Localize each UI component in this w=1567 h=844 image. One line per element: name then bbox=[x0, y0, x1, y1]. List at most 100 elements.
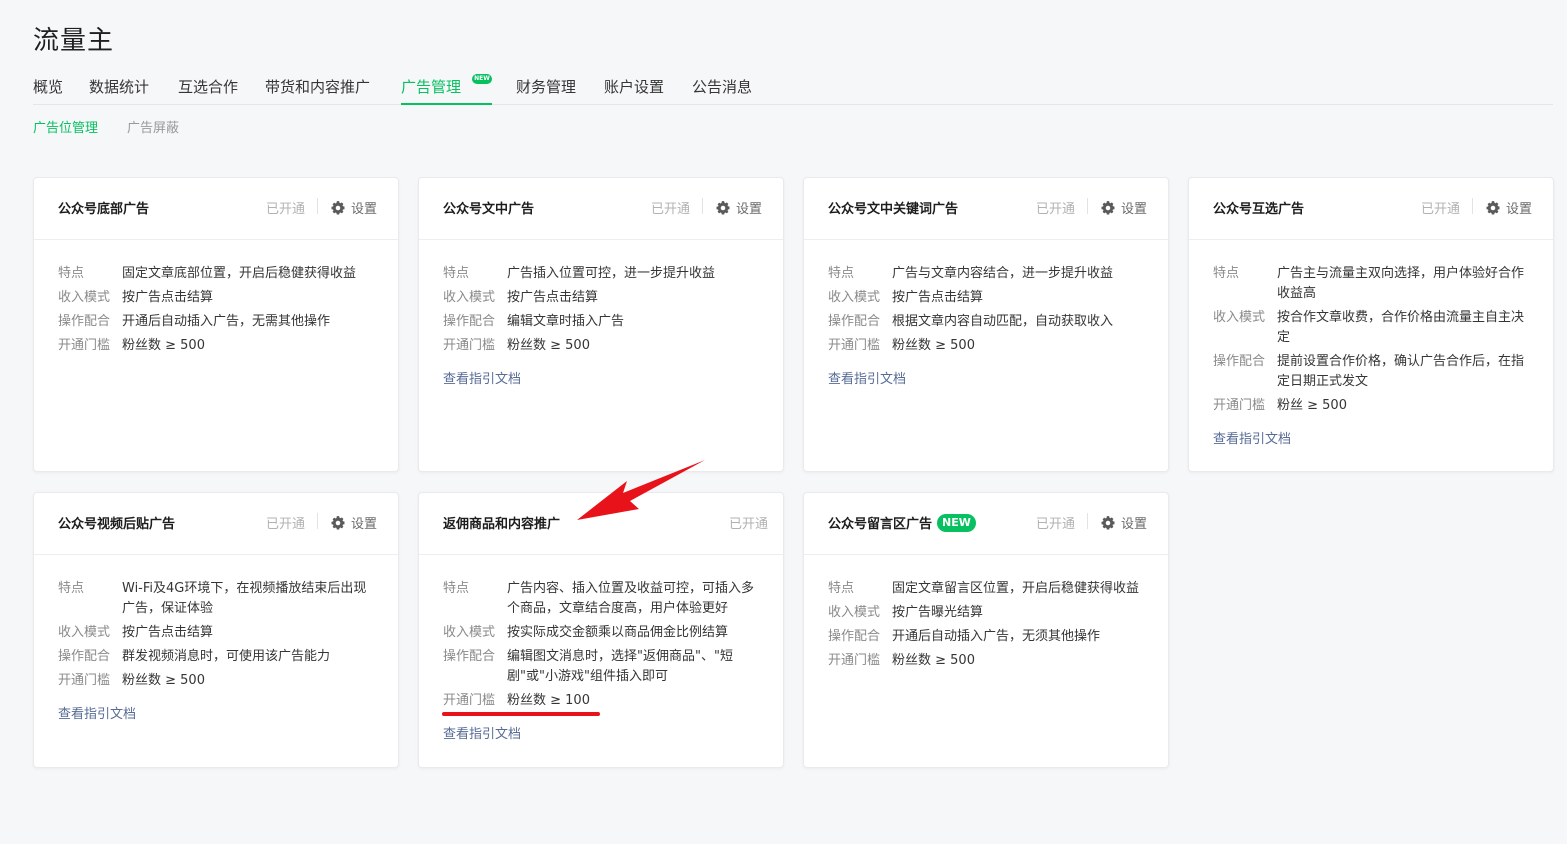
page: 流量主 概览 数据统计 互选合作 带货和内容推广 广告管理 NEW 财务管理 账… bbox=[0, 0, 1567, 844]
income-label: 收入模式 bbox=[58, 625, 111, 640]
ad-card-commission-promotion: 返佣商品和内容推广 已开通 特点 广告内容、插入位置及收益可控，可插入多个商品，文… bbox=[418, 492, 784, 768]
settings-button[interactable]: 设置 bbox=[1486, 198, 1532, 217]
card-body: 特点 固定文章底部位置，开启后稳健获得收益 收入模式 按广告点击结算 操作配合 开通后… bbox=[34, 240, 398, 356]
feature-label: 特点 bbox=[443, 581, 470, 596]
operation-label: 操作配合 bbox=[58, 649, 111, 664]
operation-row: 操作配合 根据文章内容自动匹配，自动获取收入 bbox=[828, 312, 1144, 332]
threshold-label: 开通门槛 bbox=[443, 338, 496, 353]
operation-label: 操作配合 bbox=[443, 649, 496, 664]
feature-row: 特点 广告主与流量主双向选择，用户体验好合作收益高 bbox=[1213, 264, 1529, 304]
view-guide-link[interactable]: 查看指引文档 bbox=[443, 368, 521, 387]
card-header: 公众号视频后贴广告 已开通 设置 bbox=[34, 493, 398, 555]
subtab-ad-blocking[interactable]: 广告屏蔽 bbox=[127, 117, 179, 136]
status-badge: 已开通 bbox=[266, 202, 306, 217]
card-title: 公众号文中广告 bbox=[443, 202, 535, 217]
gear-icon bbox=[1101, 200, 1115, 214]
income-row: 收入模式 按广告点击结算 bbox=[58, 288, 374, 308]
feature-value: Wi-Fi及4G环境下，在视频播放结束后出现广告，保证体验 bbox=[122, 581, 367, 616]
income-label: 收入模式 bbox=[58, 290, 111, 305]
settings-button[interactable]: 设置 bbox=[1101, 198, 1147, 217]
tab-overview[interactable]: 概览 bbox=[33, 76, 63, 105]
operation-value: 开通后自动插入广告，无须其他操作 bbox=[892, 629, 1101, 644]
card-header: 公众号互选广告 已开通 设置 bbox=[1189, 178, 1553, 240]
income-value: 按广告点击结算 bbox=[122, 290, 214, 305]
feature-row: 特点 固定文章底部位置，开启后稳健获得收益 bbox=[58, 264, 374, 284]
income-row: 收入模式 按广告曝光结算 bbox=[828, 603, 1144, 623]
card-title: 公众号互选广告 bbox=[1213, 202, 1305, 217]
threshold-label: 开通门槛 bbox=[828, 653, 881, 668]
income-label: 收入模式 bbox=[828, 605, 881, 620]
view-guide-link[interactable]: 查看指引文档 bbox=[828, 368, 906, 387]
threshold-row: 开通门槛 粉丝 ≥ 500 bbox=[1213, 396, 1529, 416]
feature-value: 固定文章底部位置，开启后稳健获得收益 bbox=[122, 266, 357, 281]
ad-card-video-post-roll: 公众号视频后贴广告 已开通 设置 特点 Wi-Fi及4G环境下，在视频播放结束后出… bbox=[33, 492, 399, 768]
tab-finance[interactable]: 财务管理 bbox=[516, 76, 576, 105]
view-guide-link[interactable]: 查看指引文档 bbox=[443, 723, 521, 742]
operation-label: 操作配合 bbox=[828, 629, 881, 644]
tab-announcements[interactable]: 公告消息 bbox=[692, 76, 752, 105]
operation-value: 编辑图文消息时，选择"返佣商品"、"短剧"或"小游戏"组件插入即可 bbox=[507, 649, 733, 684]
new-badge: NEW bbox=[937, 513, 976, 532]
gear-icon bbox=[331, 515, 345, 529]
tab-mutual-selection[interactable]: 互选合作 bbox=[178, 76, 238, 105]
ad-card-in-article: 公众号文中广告 已开通 设置 特点 广告插入位置可控，进一步提升收益 收入模式 按广… bbox=[418, 177, 784, 472]
annotation-arrow bbox=[577, 460, 705, 520]
card-title: 公众号文中关键词广告 bbox=[828, 202, 959, 217]
subtab-ad-slot-management[interactable]: 广告位管理 bbox=[33, 117, 98, 136]
income-value: 按广告点击结算 bbox=[892, 290, 984, 305]
status-badge: 已开通 bbox=[651, 202, 691, 217]
threshold-value: 粉丝数 ≥ 500 bbox=[122, 338, 205, 353]
income-value: 按广告点击结算 bbox=[507, 290, 599, 305]
gear-icon bbox=[1486, 200, 1500, 214]
threshold-row: 开通门槛 粉丝数 ≥ 500 bbox=[828, 336, 1144, 356]
card-header: 公众号留言区广告 NEW 已开通 设置 bbox=[804, 493, 1168, 555]
threshold-row: 开通门槛 粉丝数 ≥ 500 bbox=[58, 336, 374, 356]
income-row: 收入模式 按广告点击结算 bbox=[58, 623, 374, 643]
threshold-label: 开通门槛 bbox=[58, 673, 111, 688]
operation-value: 提前设置合作价格，确认广告合作后，在指定日期正式发文 bbox=[1277, 354, 1525, 389]
ad-card-comment-area: 公众号留言区广告 NEW 已开通 设置 特点 固定文章留言区位置，开启后稳健获得收益… bbox=[803, 492, 1169, 768]
new-tag: NEW bbox=[472, 74, 492, 84]
tab-ad-management-label: 广告管理 bbox=[401, 78, 462, 96]
tab-account-settings[interactable]: 账户设置 bbox=[604, 76, 664, 105]
tab-goods-promotion[interactable]: 带货和内容推广 bbox=[265, 76, 370, 105]
view-guide-link[interactable]: 查看指引文档 bbox=[1213, 428, 1291, 447]
threshold-value: 粉丝 ≥ 500 bbox=[1277, 398, 1347, 413]
feature-label: 特点 bbox=[443, 266, 470, 281]
card-title: 公众号视频后贴广告 bbox=[58, 517, 176, 532]
threshold-label: 开通门槛 bbox=[828, 338, 881, 353]
divider bbox=[317, 198, 318, 214]
gear-icon bbox=[716, 200, 730, 214]
threshold-value: 粉丝数 ≥ 500 bbox=[122, 673, 205, 688]
income-row: 收入模式 按实际成交金额乘以商品佣金比例结算 bbox=[443, 623, 759, 643]
settings-button[interactable]: 设置 bbox=[1101, 513, 1147, 532]
settings-button[interactable]: 设置 bbox=[331, 198, 377, 217]
feature-row: 特点 广告插入位置可控，进一步提升收益 bbox=[443, 264, 759, 284]
feature-value: 广告主与流量主双向选择，用户体验好合作收益高 bbox=[1277, 266, 1525, 301]
operation-row: 操作配合 开通后自动插入广告，无须其他操作 bbox=[828, 627, 1144, 647]
settings-label: 设置 bbox=[1121, 202, 1148, 217]
operation-value: 编辑文章时插入广告 bbox=[507, 314, 625, 329]
feature-value: 固定文章留言区位置，开启后稳健获得收益 bbox=[892, 581, 1140, 596]
feature-row: 特点 Wi-Fi及4G环境下，在视频播放结束后出现广告，保证体验 bbox=[58, 579, 374, 619]
income-label: 收入模式 bbox=[828, 290, 881, 305]
divider bbox=[702, 198, 703, 214]
settings-label: 设置 bbox=[736, 202, 763, 217]
card-header: 公众号底部广告 已开通 设置 bbox=[34, 178, 398, 240]
threshold-label: 开通门槛 bbox=[443, 693, 496, 708]
income-label: 收入模式 bbox=[443, 625, 496, 640]
threshold-label: 开通门槛 bbox=[1213, 398, 1266, 413]
card-body: 特点 广告插入位置可控，进一步提升收益 收入模式 按广告点击结算 操作配合 编辑文章时… bbox=[419, 240, 783, 387]
feature-value: 广告与文章内容结合，进一步提升收益 bbox=[892, 266, 1114, 281]
tab-statistics[interactable]: 数据统计 bbox=[89, 76, 149, 105]
tab-ad-management[interactable]: 广告管理 NEW bbox=[401, 74, 492, 105]
settings-button[interactable]: 设置 bbox=[331, 513, 377, 532]
card-body: 特点 Wi-Fi及4G环境下，在视频播放结束后出现广告，保证体验 收入模式 按广告点… bbox=[34, 555, 398, 722]
income-value: 按合作文章收费，合作价格由流量主自主决定 bbox=[1277, 310, 1525, 345]
status-badge: 已开通 bbox=[1421, 202, 1461, 217]
operation-label: 操作配合 bbox=[1213, 354, 1266, 369]
divider bbox=[1472, 198, 1473, 214]
view-guide-link[interactable]: 查看指引文档 bbox=[58, 703, 136, 722]
settings-button[interactable]: 设置 bbox=[716, 198, 762, 217]
operation-row: 操作配合 群发视频消息时，可使用该广告能力 bbox=[58, 647, 374, 667]
